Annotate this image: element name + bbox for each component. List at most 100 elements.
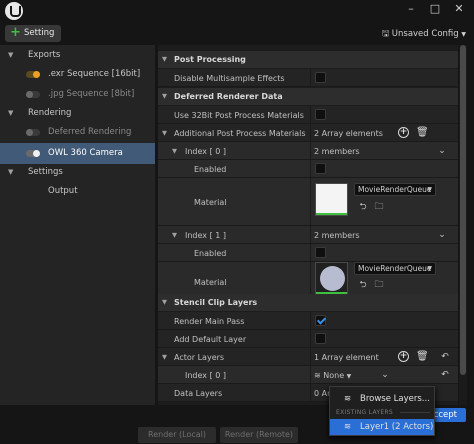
tree-item-jpg-sequence[interactable]: .jpg Sequence [8bit]: [0, 85, 155, 104]
property-label: Data Layers: [174, 389, 223, 398]
add-element-icon[interactable]: +: [398, 127, 409, 138]
chevron-down-icon[interactable]: ▼: [162, 353, 167, 361]
member-count: 2 members: [314, 231, 360, 240]
row-actor-layers: ▼ Actor Layers 1 Array element + 🗑 ↶: [158, 348, 458, 366]
existing-layers-header: EXISTING LAYERS: [336, 409, 394, 416]
material-thumbnail[interactable]: [315, 262, 348, 295]
layer-option-label: Layer1 (2 Actors): [360, 422, 434, 432]
section-title: Stencil Clip Layers: [174, 298, 258, 307]
add-setting-button[interactable]: + Setting: [5, 25, 61, 42]
reset-icon[interactable]: ↶: [440, 370, 450, 380]
enable-toggle[interactable]: [26, 91, 40, 98]
row-index-0: ▼ Index [ 0 ] 2 members ⌄: [158, 142, 458, 160]
row-enabled-1: Enabled: [158, 244, 458, 262]
render-local-button[interactable]: Render (Local): [138, 427, 216, 443]
property-label: Material: [194, 198, 227, 207]
add-element-icon[interactable]: +: [398, 351, 409, 362]
chevron-down-icon: ▼: [162, 298, 167, 306]
tree-item-label: .exr Sequence [16bit]: [48, 69, 141, 79]
layer-value: None: [323, 371, 345, 380]
layers-icon: ≋: [344, 394, 352, 404]
browse-layers-item[interactable]: ≋ Browse Layers...: [330, 391, 434, 407]
tree-item-rendering[interactable]: ▼ Rendering: [0, 104, 155, 123]
layers-icon: ≋: [314, 371, 321, 380]
use-32bit-checkbox[interactable]: [315, 109, 326, 120]
member-count: 2 members: [314, 147, 360, 156]
row-actor-layer-index-0: Index [ 0 ] ≋ None ▼ ⌄ ↶: [158, 366, 458, 384]
chevron-down-icon[interactable]: ▼: [172, 147, 177, 155]
disable-multisample-checkbox[interactable]: [315, 72, 326, 83]
config-dropdown[interactable]: 🖫 Unsaved Config ▼: [382, 27, 466, 41]
trash-icon[interactable]: 🗑: [416, 351, 429, 362]
chevron-down-icon: ▼: [461, 31, 466, 38]
chevron-down-icon[interactable]: ⌄: [437, 230, 447, 240]
plus-icon: +: [10, 25, 21, 40]
section-title: Deferred Renderer Data: [174, 92, 283, 101]
enable-toggle[interactable]: [26, 150, 40, 157]
row-material-0: Material MovieRenderQueue ▼ ⮌ 🗀: [158, 178, 458, 226]
tree-item-owl-360-camera[interactable]: OWL 360 Camera: [0, 143, 155, 164]
tree-item-label: Settings: [28, 167, 63, 177]
tree-item-settings[interactable]: ▼ Settings: [0, 163, 155, 182]
tree-item-exports[interactable]: ▼ Exports: [0, 46, 155, 65]
details-panel: ▼ Post Processing Disable Multisample Ef…: [158, 45, 458, 405]
chevron-down-icon: ▼: [427, 186, 432, 193]
section-post-processing[interactable]: ▼ Post Processing: [158, 51, 458, 68]
config-label: Unsaved Config: [391, 29, 459, 39]
scrollbar[interactable]: [459, 45, 467, 405]
property-label: Index [ 0 ]: [185, 147, 226, 156]
render-main-pass-checkbox[interactable]: [315, 315, 326, 326]
tree-item-exr-sequence[interactable]: .exr Sequence [16bit]: [0, 65, 155, 84]
browse-asset-icon[interactable]: 🗀: [374, 202, 384, 212]
row-disable-multisample: Disable Multisample Effects: [158, 69, 458, 87]
property-label: Render Main Pass: [174, 317, 245, 326]
layer-dropdown[interactable]: ≋ None ▼: [314, 371, 351, 380]
tree-item-label: Deferred Rendering: [48, 127, 132, 137]
section-deferred-renderer[interactable]: ▼ Deferred Renderer Data: [158, 88, 458, 105]
chevron-down-icon[interactable]: ⌄: [380, 370, 390, 380]
chevron-down-icon: ▼: [8, 51, 14, 59]
trash-icon[interactable]: 🗑: [416, 127, 429, 138]
chevron-down-icon[interactable]: ⌄: [437, 146, 447, 156]
row-render-main-pass: Render Main Pass: [158, 312, 458, 330]
property-label: Actor Layers: [174, 353, 225, 362]
chevron-down-icon: ▼: [346, 373, 352, 380]
minimize-button[interactable]: –: [404, 2, 418, 16]
material-thumbnail[interactable]: [315, 183, 348, 216]
material-asset-picker[interactable]: MovieRenderQueue ▼: [354, 183, 436, 196]
add-default-layer-checkbox[interactable]: [315, 333, 326, 344]
material-asset-picker[interactable]: MovieRenderQueue ▼: [354, 262, 436, 275]
layer-option-layer1[interactable]: ≋ Layer1 (2 Actors): [330, 419, 434, 435]
maximize-button[interactable]: □: [428, 2, 442, 16]
chevron-down-icon: ▼: [8, 168, 14, 176]
array-count: 1 Array element: [314, 353, 379, 362]
chevron-down-icon: ▼: [427, 265, 432, 272]
chevron-down-icon[interactable]: ▼: [172, 231, 177, 239]
tree-item-label: OWL 360 Camera: [48, 148, 123, 158]
render-remote-button[interactable]: Render (Remote): [220, 427, 298, 443]
enabled-checkbox[interactable]: [315, 247, 326, 258]
property-label: Index [ 0 ]: [185, 371, 226, 380]
enable-toggle[interactable]: [26, 129, 40, 136]
enable-toggle[interactable]: [26, 71, 40, 78]
property-label: Index [ 1 ]: [185, 231, 226, 240]
section-stencil-clip-layers[interactable]: ▼ Stencil Clip Layers: [158, 294, 458, 311]
reset-icon[interactable]: ↶: [440, 352, 450, 362]
close-button[interactable]: ✕: [452, 2, 466, 16]
layers-icon: ≋: [344, 422, 352, 432]
array-count: 0 Ar: [314, 389, 331, 398]
tree-item-output[interactable]: Output: [0, 182, 155, 201]
row-use-32bit: Use 32Bit Post Process Materials: [158, 106, 458, 124]
tree-item-label: .jpg Sequence [8bit]: [48, 89, 135, 99]
enabled-checkbox[interactable]: [315, 163, 326, 174]
browse-asset-icon[interactable]: 🗀: [374, 280, 384, 290]
material-name: MovieRenderQueue: [358, 185, 432, 194]
use-selected-icon[interactable]: ⮌: [358, 202, 368, 212]
row-additional-post-process: ▼ Additional Post Process Materials 2 Ar…: [158, 124, 458, 142]
title-bar: – □ ✕: [0, 0, 474, 22]
array-count: 2 Array elements: [314, 129, 383, 138]
chevron-down-icon[interactable]: ▼: [162, 129, 167, 137]
tree-item-deferred-rendering[interactable]: Deferred Rendering: [0, 123, 155, 142]
use-selected-icon[interactable]: ⮌: [358, 280, 368, 290]
unreal-logo-icon: [5, 2, 23, 20]
